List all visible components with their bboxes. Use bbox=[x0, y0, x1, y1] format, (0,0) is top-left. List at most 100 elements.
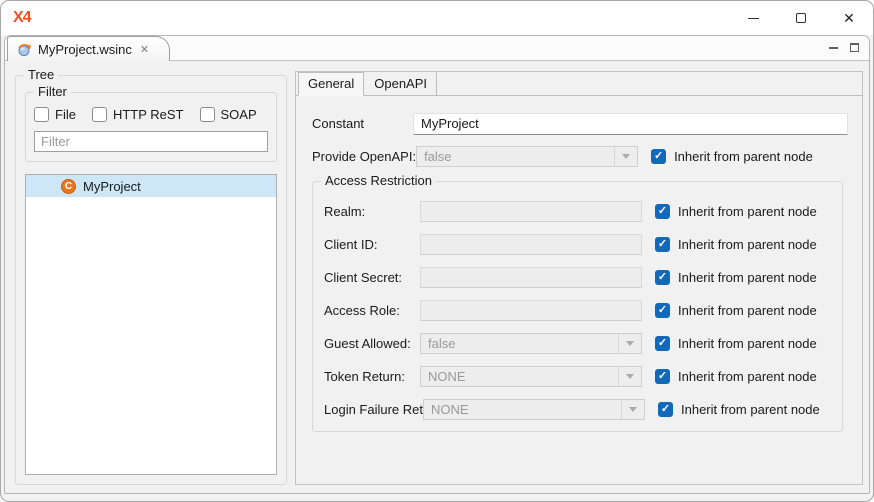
inherit-label: Inherit from parent node bbox=[678, 237, 817, 252]
constant-node-icon: C bbox=[61, 179, 76, 194]
x4-logo: X4 bbox=[13, 9, 31, 27]
form-row-guest-allowed: Guest Allowed: false Inherit from parent… bbox=[318, 327, 834, 360]
maximize-button[interactable] bbox=[777, 1, 825, 35]
form-row-client-id: Client ID: Inherit from parent node bbox=[318, 228, 834, 261]
access-restriction-group: Access Restriction Realm: Inherit from p… bbox=[312, 181, 843, 432]
inherit-control: Inherit from parent node bbox=[651, 149, 813, 164]
constant-label: Constant bbox=[312, 116, 413, 131]
access-restriction-label: Access Restriction bbox=[321, 173, 436, 188]
http-rest-checkbox[interactable] bbox=[92, 107, 107, 122]
title-bar: X4 ✕ bbox=[1, 1, 873, 35]
soap-checkbox[interactable] bbox=[200, 107, 215, 122]
minimize-button[interactable] bbox=[729, 1, 777, 35]
access-role-label: Access Role: bbox=[318, 303, 420, 318]
file-checkbox-label: File bbox=[55, 107, 76, 122]
chevron-down-icon bbox=[621, 400, 644, 419]
inherit-control: Inherit from parent node bbox=[655, 204, 817, 219]
filter-group-label: Filter bbox=[34, 84, 71, 99]
filter-checkbox-soap[interactable]: SOAP bbox=[200, 107, 257, 122]
inherit-checkbox[interactable] bbox=[655, 237, 670, 252]
inherit-label: Inherit from parent node bbox=[681, 402, 820, 417]
inherit-label: Inherit from parent node bbox=[674, 149, 813, 164]
access-role-input[interactable] bbox=[420, 300, 642, 321]
filter-checkbox-row: File HTTP ReST SOAP bbox=[34, 107, 268, 122]
inherit-checkbox[interactable] bbox=[651, 149, 666, 164]
filter-checkbox-http-rest[interactable]: HTTP ReST bbox=[92, 107, 184, 122]
inherit-label: Inherit from parent node bbox=[678, 336, 817, 351]
client-id-input[interactable] bbox=[420, 234, 642, 255]
maximize-view-icon[interactable] bbox=[850, 43, 859, 52]
properties-panel: General OpenAPI Constant Provide OpenAPI… bbox=[295, 71, 863, 485]
form-row-provide-openapi: Provide OpenAPI: false Inherit from pare… bbox=[312, 141, 848, 172]
inherit-control: Inherit from parent node bbox=[655, 336, 817, 351]
inherit-control: Inherit from parent node bbox=[655, 270, 817, 285]
tab-close-icon[interactable]: ✕ bbox=[140, 43, 149, 56]
login-failure-select[interactable]: NONE bbox=[423, 399, 645, 420]
inherit-label: Inherit from parent node bbox=[678, 204, 817, 219]
close-button[interactable]: ✕ bbox=[825, 1, 873, 35]
maximize-icon bbox=[796, 13, 806, 23]
chevron-down-icon bbox=[618, 334, 641, 353]
http-rest-checkbox-label: HTTP ReST bbox=[113, 107, 184, 122]
login-failure-label: Login Failure Ret bbox=[318, 402, 423, 417]
inherit-checkbox[interactable] bbox=[655, 204, 670, 219]
realm-input[interactable] bbox=[420, 201, 642, 222]
inherit-control: Inherit from parent node bbox=[655, 369, 817, 384]
form-row-realm: Realm: Inherit from parent node bbox=[318, 195, 834, 228]
guest-allowed-select[interactable]: false bbox=[420, 333, 642, 354]
inherit-control: Inherit from parent node bbox=[655, 237, 817, 252]
tab-general[interactable]: General bbox=[298, 72, 364, 96]
close-icon: ✕ bbox=[843, 11, 855, 25]
chevron-down-icon bbox=[614, 147, 637, 166]
login-failure-value: NONE bbox=[424, 400, 621, 419]
tree-item-label: MyProject bbox=[83, 179, 141, 194]
client-secret-label: Client Secret: bbox=[318, 270, 420, 285]
form-row-access-role: Access Role: Inherit from parent node bbox=[318, 294, 834, 327]
tree-group-label: Tree bbox=[24, 67, 58, 82]
inherit-control: Inherit from parent node bbox=[655, 303, 817, 318]
properties-tab-bar: General OpenAPI bbox=[296, 72, 862, 96]
inherit-checkbox[interactable] bbox=[655, 336, 670, 351]
inherit-label: Inherit from parent node bbox=[678, 369, 817, 384]
window-controls: ✕ bbox=[729, 1, 873, 35]
editor-body: Tree Filter File HTTP ReST bbox=[5, 61, 869, 493]
tab-openapi[interactable]: OpenAPI bbox=[364, 72, 437, 96]
inherit-checkbox[interactable] bbox=[655, 369, 670, 384]
editor-shell: MyProject.wsinc ✕ Tree Filter File bbox=[4, 35, 870, 494]
file-checkbox[interactable] bbox=[34, 107, 49, 122]
client-id-label: Client ID: bbox=[318, 237, 420, 252]
form-row-login-failure: Login Failure Ret NONE Inherit from pare… bbox=[318, 393, 834, 426]
editor-tab-strip: MyProject.wsinc ✕ bbox=[5, 36, 869, 61]
inherit-label: Inherit from parent node bbox=[678, 303, 817, 318]
tree-panel: Tree Filter File HTTP ReST bbox=[15, 75, 287, 485]
inherit-checkbox[interactable] bbox=[655, 303, 670, 318]
provide-openapi-label: Provide OpenAPI: bbox=[312, 149, 416, 164]
client-secret-input[interactable] bbox=[420, 267, 642, 288]
guest-allowed-value: false bbox=[421, 334, 618, 353]
minimize-view-icon[interactable] bbox=[829, 46, 838, 49]
inherit-label: Inherit from parent node bbox=[678, 270, 817, 285]
provide-openapi-select[interactable]: false bbox=[416, 146, 638, 167]
filter-input[interactable] bbox=[34, 131, 268, 152]
provide-openapi-value: false bbox=[417, 147, 614, 166]
token-return-label: Token Return: bbox=[318, 369, 420, 384]
app-window: X4 ✕ MyProject.wsinc ✕ bbox=[0, 0, 874, 502]
tree-item-myproject[interactable]: C MyProject bbox=[26, 175, 276, 197]
minimize-icon bbox=[748, 18, 759, 19]
constant-input[interactable] bbox=[413, 113, 848, 135]
project-tree: C MyProject bbox=[25, 174, 277, 475]
inherit-control: Inherit from parent node bbox=[658, 402, 820, 417]
inherit-checkbox[interactable] bbox=[658, 402, 673, 417]
inherit-checkbox[interactable] bbox=[655, 270, 670, 285]
webservice-file-icon bbox=[16, 41, 32, 57]
properties-form: Constant Provide OpenAPI: false Inherit … bbox=[296, 96, 862, 484]
form-row-client-secret: Client Secret: Inherit from parent node bbox=[318, 261, 834, 294]
token-return-value: NONE bbox=[421, 367, 618, 386]
form-row-token-return: Token Return: NONE Inherit from parent n… bbox=[318, 360, 834, 393]
editor-tab-title: MyProject.wsinc bbox=[38, 42, 132, 57]
token-return-select[interactable]: NONE bbox=[420, 366, 642, 387]
filter-group: Filter File HTTP ReST SOAP bbox=[25, 92, 277, 162]
filter-checkbox-file[interactable]: File bbox=[34, 107, 76, 122]
editor-tab-myproject[interactable]: MyProject.wsinc ✕ bbox=[7, 36, 170, 61]
realm-label: Realm: bbox=[318, 204, 420, 219]
